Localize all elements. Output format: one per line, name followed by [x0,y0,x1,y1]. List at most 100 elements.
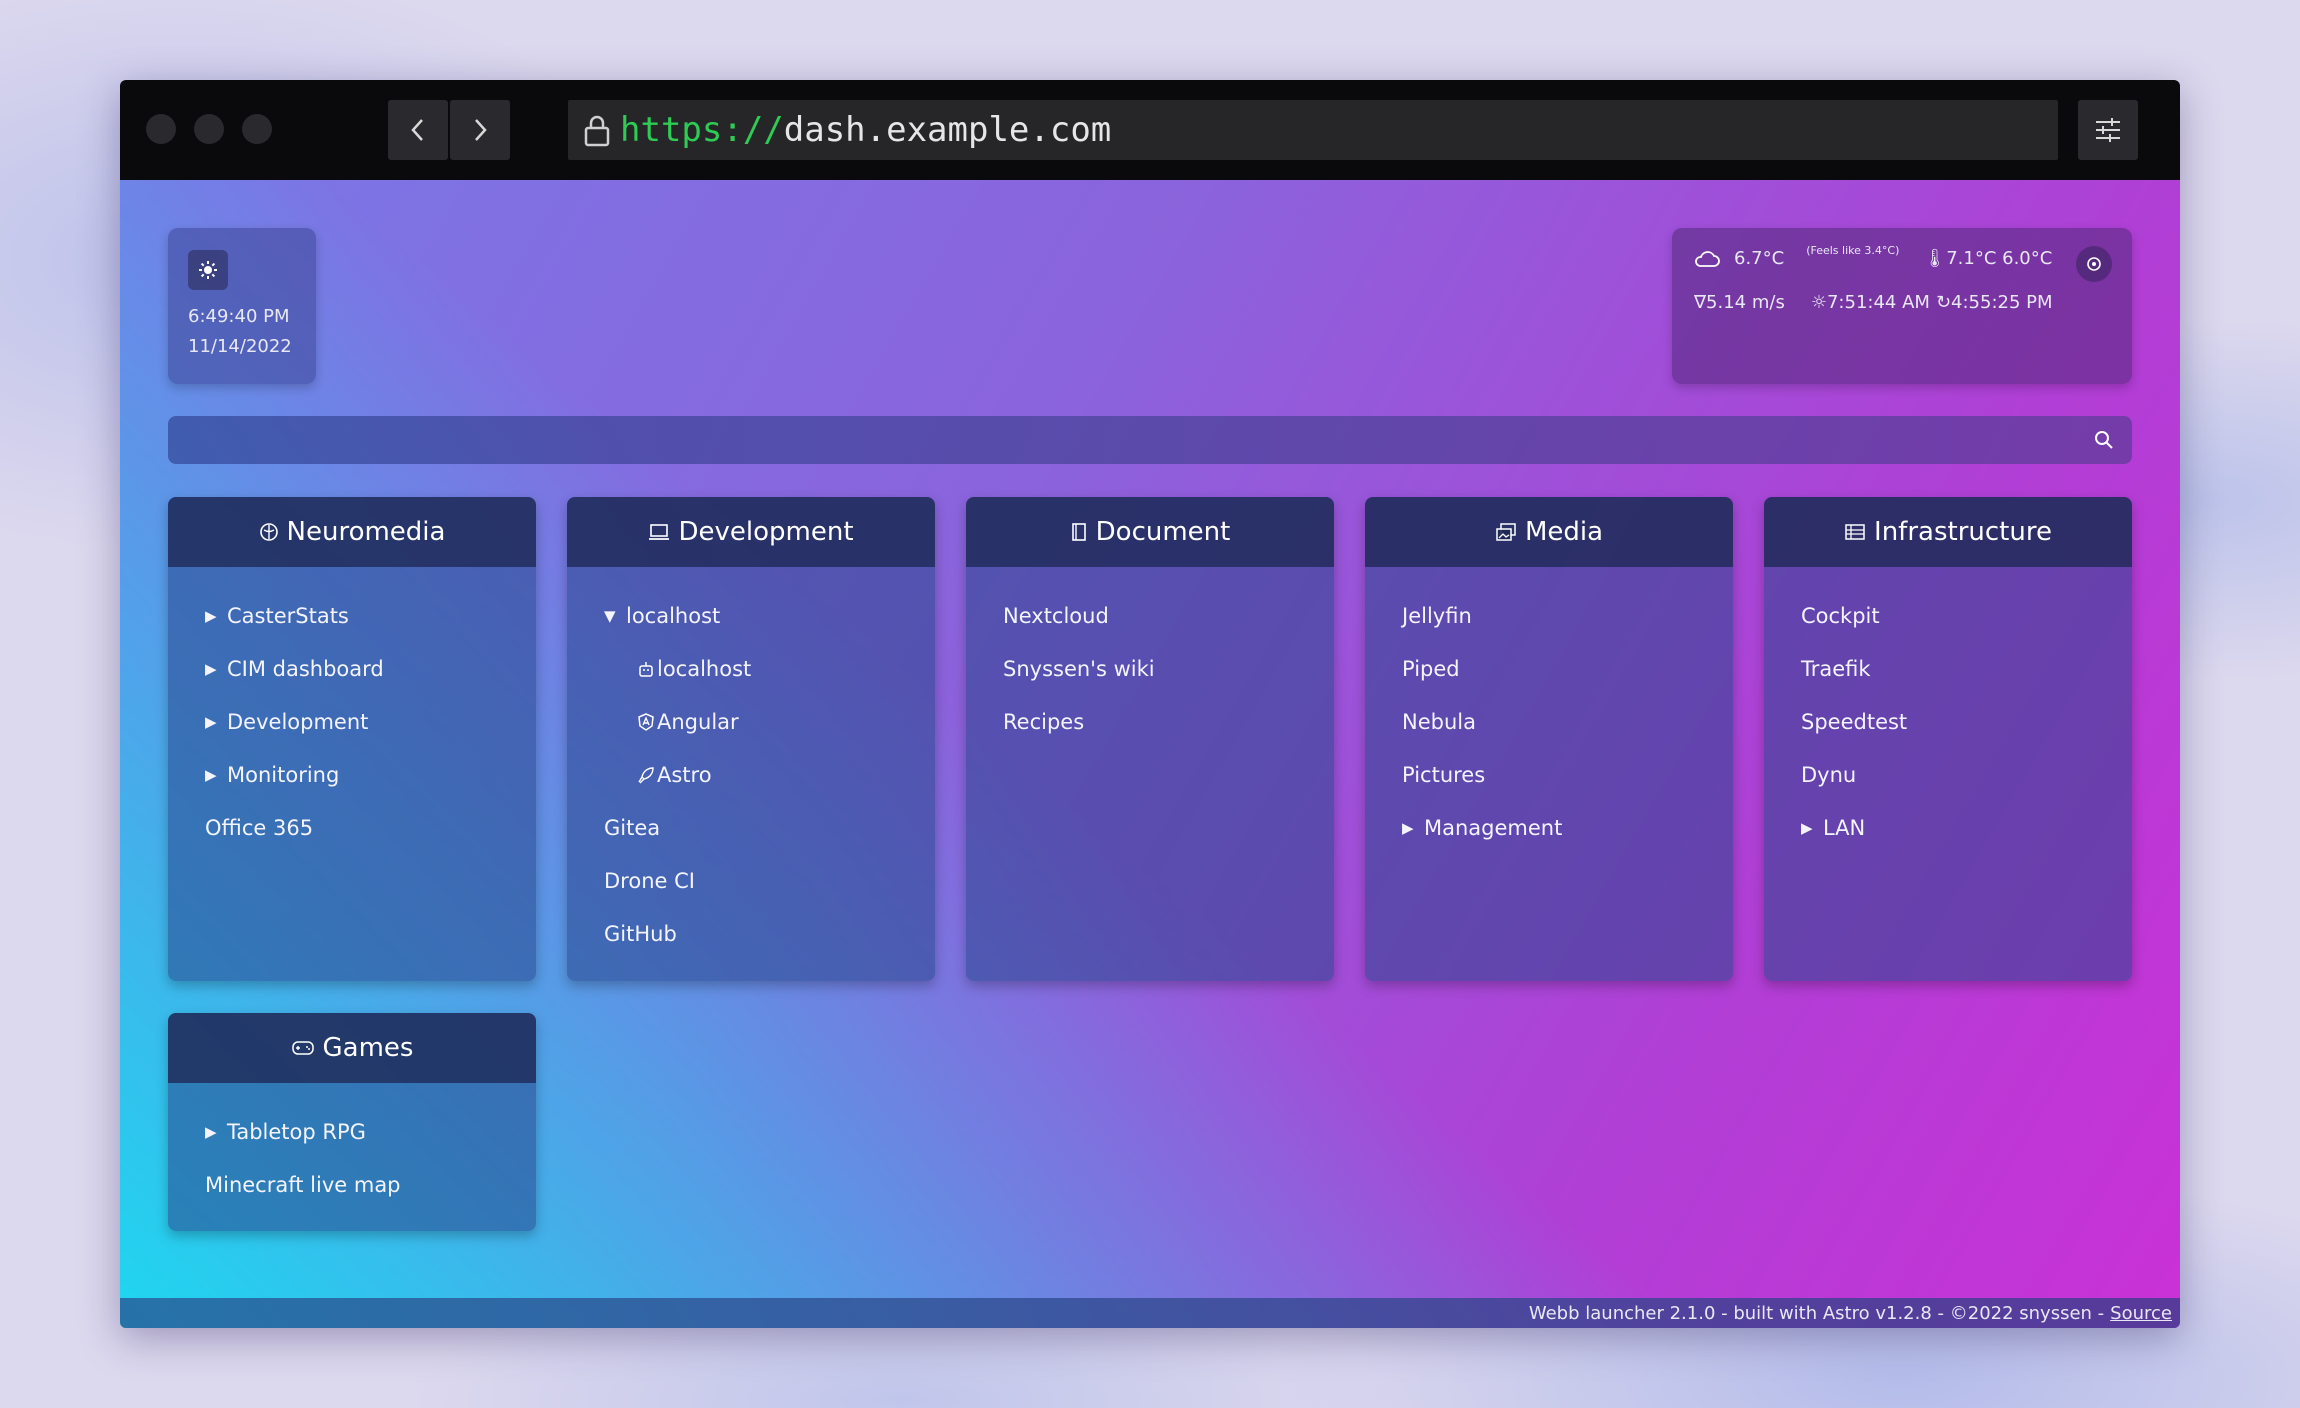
theme-toggle-button[interactable] [188,250,228,290]
link-minecraft-live-map[interactable]: Minecraft live map [168,1158,536,1211]
weather-refresh-button[interactable] [2076,246,2112,282]
item-label: Jellyfin [1402,603,1472,628]
link-piped[interactable]: Piped [1365,642,1733,695]
back-button[interactable] [388,100,448,160]
sun-icon [199,261,217,279]
link-astro[interactable]: Astro [567,748,935,801]
sliders-icon [2096,118,2120,142]
link-snyssens-wiki[interactable]: Snyssen's wiki [966,642,1334,695]
link-localhost[interactable]: localhost [567,642,935,695]
images-icon [1496,523,1516,541]
caret-right-icon: ▶ [205,659,217,678]
item-label: Angular [657,709,739,734]
clock-time: 6:49:40 PM [188,306,290,327]
link-drone-ci[interactable]: Drone CI [567,854,935,907]
url-host: dash.example.com [783,110,1112,150]
item-label: Piped [1402,656,1460,681]
card-title: Neuromedia [286,517,446,547]
browser-window: https://dash.example.com 6:49:40 PM 11/1… [120,80,2180,1328]
thermometer-icon: 🌡 [1923,248,1947,269]
list-item-lan[interactable]: ▶ LAN [1764,801,2132,854]
chevron-right-icon [475,119,487,141]
window-maximize-dot[interactable] [242,114,272,144]
link-nextcloud[interactable]: Nextcloud [966,589,1334,642]
refresh-icon [2087,257,2101,271]
item-label: Traefik [1801,656,1871,681]
link-recipes[interactable]: Recipes [966,695,1334,748]
card-title: Development [678,517,854,547]
list-item-management[interactable]: ▶ Management [1365,801,1733,854]
window-minimize-dot[interactable] [194,114,224,144]
item-label: Nextcloud [1003,603,1109,628]
card-document: Document Nextcloud Snyssen's wiki Recipe… [966,497,1334,981]
item-label: localhost [626,603,721,628]
source-link[interactable]: Source [2110,1303,2172,1324]
footer-text: Webb launcher 2.1.0 - built with Astro v… [1528,1302,2105,1324]
item-label: Recipes [1003,709,1085,734]
card-title: Document [1095,517,1231,547]
item-label: LAN [1823,815,1866,840]
weather-feels-like: (Feels like 3.4°C) [1806,244,1900,257]
item-label: Snyssen's wiki [1003,656,1155,681]
list-item-casterstats[interactable]: ▶ CasterStats [168,589,536,642]
sunrise-icon: ☼ [1810,292,1827,313]
settings-menu-button[interactable] [2078,100,2138,160]
list-item-localhost-group[interactable]: ▼ localhost [567,589,935,642]
link-nebula[interactable]: Nebula [1365,695,1733,748]
footer: Webb launcher 2.1.0 - built with Astro v… [120,1298,2180,1328]
clock-date: 11/14/2022 [188,336,292,357]
link-office-365[interactable]: Office 365 [168,801,536,854]
link-jellyfin[interactable]: Jellyfin [1365,589,1733,642]
caret-right-icon: ▶ [205,765,217,784]
item-label: Astro [657,762,712,787]
item-label: CasterStats [227,603,349,628]
link-dynu[interactable]: Dynu [1764,748,2132,801]
link-github[interactable]: GitHub [567,907,935,960]
card-header: Media [1365,497,1733,567]
list-item-cim-dashboard[interactable]: ▶ CIM dashboard [168,642,536,695]
card-header: Games [168,1013,536,1083]
link-pictures[interactable]: Pictures [1365,748,1733,801]
window-close-dot[interactable] [146,114,176,144]
list-item-monitoring[interactable]: ▶ Monitoring [168,748,536,801]
item-label: Speedtest [1801,709,1908,734]
wind-icon: ∇ [1694,292,1707,313]
card-development: Development ▼ localhost localhost Angular… [567,497,935,981]
link-cockpit[interactable]: Cockpit [1764,589,2132,642]
link-angular[interactable]: Angular [567,695,935,748]
card-header: Development [567,497,935,567]
forward-button[interactable] [450,100,510,160]
list-item-tabletop-rpg[interactable]: ▶ Tabletop RPG [168,1105,536,1158]
card-neuromedia: Neuromedia ▶ CasterStats ▶ CIM dashboard ▶… [168,497,536,981]
book-icon [1071,523,1086,541]
weather-temp-range: 7.1°C 6.0°C [1946,248,2053,269]
sunset-icon: ↻ [1935,292,1952,313]
caret-right-icon: ▶ [1801,818,1813,837]
chevron-left-icon [411,119,423,141]
list-item-development[interactable]: ▶ Development [168,695,536,748]
link-traefik[interactable]: Traefik [1764,642,2132,695]
link-gitea[interactable]: Gitea [567,801,935,854]
search-input[interactable] [168,416,2068,464]
item-label: GitHub [604,921,677,946]
item-label: Management [1424,815,1563,840]
search-icon[interactable] [2094,430,2114,450]
address-bar[interactable]: https://dash.example.com [568,100,2058,160]
robot-icon [639,661,653,677]
weather-sunrise: 7:51:44 AM [1826,292,1930,313]
item-label: Gitea [604,815,661,840]
card-title: Games [322,1033,414,1063]
card-header: Document [966,497,1334,567]
item-label: Minecraft live map [205,1172,401,1197]
weather-wind: 5.14 m/s [1706,292,1785,313]
caret-down-icon: ▼ [604,606,616,625]
item-label: Nebula [1402,709,1476,734]
weather-widget: 6.7°C (Feels like 3.4°C) 🌡 7.1°C 6.0°C ∇… [1672,228,2132,384]
link-speedtest[interactable]: Speedtest [1764,695,2132,748]
item-label: Pictures [1402,762,1486,787]
item-label: Monitoring [227,762,340,787]
item-label: localhost [657,656,752,681]
card-games: Games ▶ Tabletop RPG Minecraft live map [168,1013,536,1231]
card-title: Media [1524,517,1604,547]
weather-sunset: 4:55:25 PM [1951,292,2053,313]
